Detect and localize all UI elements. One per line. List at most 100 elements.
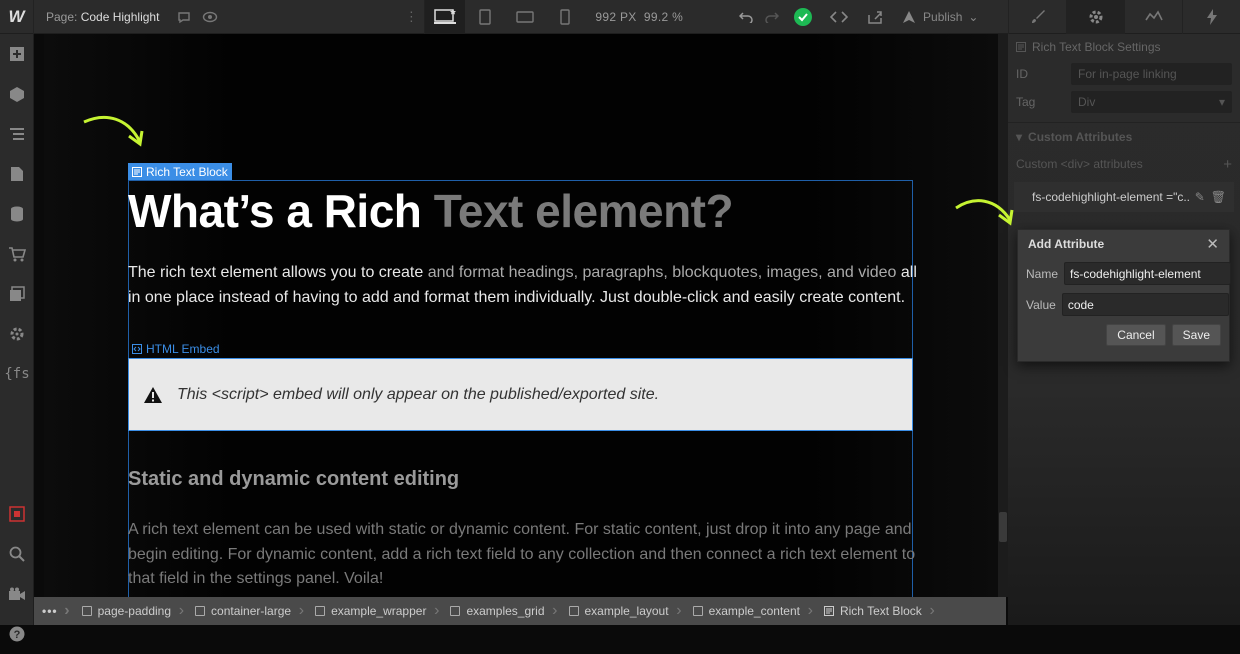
add-elements-icon[interactable] xyxy=(0,34,34,74)
collapse-caret-icon: ▾ xyxy=(1016,129,1023,144)
tag-value: Div xyxy=(1078,95,1096,109)
tag-select[interactable]: Div ▾ xyxy=(1071,91,1232,113)
saved-check-icon xyxy=(785,0,821,34)
publish-button[interactable]: Publish ⌄ xyxy=(893,10,986,24)
style-brush-icon[interactable] xyxy=(1008,0,1066,34)
delete-trash-icon[interactable]: 🗑 xyxy=(1211,190,1226,204)
breadcrumb-label: example_wrapper xyxy=(331,604,427,618)
cancel-button[interactable]: Cancel xyxy=(1106,324,1166,346)
redo-icon[interactable] xyxy=(759,0,785,34)
page-prefix: Page: xyxy=(46,9,78,24)
attribute-list-item[interactable]: fs-codehighlight-element ="c... ✎ 🗑 xyxy=(1014,182,1234,212)
settings-gear-icon[interactable] xyxy=(1066,0,1124,34)
rich-text-subheading[interactable]: Static and dynamic content editing xyxy=(128,468,459,491)
audit-panel-icon[interactable] xyxy=(0,494,34,534)
dialog-actions: Cancel Save xyxy=(1018,320,1229,350)
add-attribute-icon[interactable]: + xyxy=(1223,156,1232,173)
breadcrumb-item[interactable]: example_layout xyxy=(555,597,682,625)
pages-icon[interactable] xyxy=(0,154,34,194)
navigator-icon[interactable] xyxy=(0,114,34,154)
rich-text-icon xyxy=(132,166,142,177)
div-block-icon xyxy=(568,606,579,616)
breadcrumb-item[interactable]: page-padding xyxy=(68,597,184,625)
tag-row: Tag Div ▾ xyxy=(1008,88,1240,116)
value-label: Value xyxy=(1026,297,1056,312)
rich-text-icon xyxy=(1016,42,1026,52)
svg-text:?: ? xyxy=(14,629,21,641)
preview-eye-icon[interactable] xyxy=(197,0,223,34)
symbols-cube-icon[interactable] xyxy=(0,74,34,114)
edit-pencil-icon[interactable]: ✎ xyxy=(1195,190,1205,204)
dialog-title: Add Attribute xyxy=(1028,237,1105,251)
ecommerce-cart-icon[interactable] xyxy=(0,234,34,274)
more-options-icon[interactable]: ⋮ xyxy=(398,0,424,34)
code-export-icon[interactable] xyxy=(821,0,857,34)
rich-text-paragraph[interactable]: The rich text element allows you to crea… xyxy=(128,261,918,310)
cms-database-icon[interactable] xyxy=(0,194,34,234)
breadcrumb-label: examples_grid xyxy=(466,604,545,618)
div-block-icon xyxy=(315,606,326,616)
undo-icon[interactable] xyxy=(733,0,759,34)
value-row: Value xyxy=(1018,289,1229,320)
interactions-icon[interactable] xyxy=(1124,0,1182,34)
breadcrumb-label: container-large xyxy=(211,604,292,618)
save-button[interactable]: Save xyxy=(1171,324,1221,346)
right-panel-tabs xyxy=(1008,0,1240,34)
comment-icon[interactable] xyxy=(171,0,197,34)
attribute-value-input[interactable] xyxy=(1061,293,1229,316)
dialog-header: Add Attribute ✕ xyxy=(1018,230,1229,258)
embed-icon xyxy=(132,344,142,354)
breadcrumb: ••• page-padding container-large example… xyxy=(34,597,1006,625)
div-block-icon xyxy=(195,606,206,616)
desktop-breakpoint-button[interactable] xyxy=(425,0,466,34)
custom-attributes-title: Custom Attributes xyxy=(1028,129,1133,144)
warning-icon xyxy=(144,386,162,403)
id-input[interactable]: For in-page linking xyxy=(1071,63,1232,85)
breadcrumb-item[interactable]: example_wrapper xyxy=(301,597,440,625)
settings-gear-icon[interactable] xyxy=(0,314,34,354)
canvas-scroll-thumb[interactable] xyxy=(999,512,1007,542)
page-name: Code Highlight xyxy=(80,9,160,24)
heading-bright: What’s a Rich xyxy=(128,185,434,237)
rich-text-heading[interactable]: What’s a Rich Text element? xyxy=(128,184,734,238)
html-embed-placeholder[interactable]: This <script> embed will only appear on … xyxy=(128,358,913,431)
tablet-breakpoint-button[interactable] xyxy=(465,0,505,34)
breadcrumb-item[interactable]: container-large xyxy=(181,597,304,625)
annotation-arrow-right-icon xyxy=(955,199,1014,226)
breadcrumb-label: example_layout xyxy=(584,604,669,618)
breadcrumb-item-current[interactable]: Rich Text Block xyxy=(810,597,935,625)
page-selector[interactable]: Page: Code Highlight xyxy=(34,10,171,24)
breadcrumb-label: example_content xyxy=(708,604,800,618)
chevron-down-icon: ▾ xyxy=(1218,95,1225,109)
left-toolbar: {fs ? xyxy=(0,34,34,642)
custom-attrs-sub: Custom <div> attributes xyxy=(1016,157,1143,171)
assets-image-icon[interactable] xyxy=(0,274,34,314)
breadcrumb-more-icon[interactable]: ••• xyxy=(34,597,70,625)
zoom-value: 99.2 % xyxy=(643,9,684,24)
custom-attributes-header[interactable]: ▾ Custom Attributes xyxy=(1008,122,1240,150)
design-canvas[interactable]: Rich Text Block What’s a Rich Text eleme… xyxy=(44,34,998,597)
px-value: 992 PX xyxy=(595,9,637,24)
tag-label: Tag xyxy=(1016,95,1036,109)
breadcrumb-label: page-padding xyxy=(97,604,172,618)
mobile-portrait-breakpoint-button[interactable] xyxy=(545,0,585,34)
html-embed-label: HTML Embed xyxy=(146,342,220,356)
html-embed-tag[interactable]: HTML Embed xyxy=(132,342,220,356)
help-question-icon[interactable]: ? xyxy=(0,614,34,654)
finsweet-fs-icon[interactable]: {fs xyxy=(0,354,34,394)
breadcrumb-item[interactable]: examples_grid xyxy=(436,597,558,625)
lightning-icon[interactable] xyxy=(1182,0,1240,34)
attribute-name-input[interactable] xyxy=(1064,262,1232,285)
share-icon[interactable] xyxy=(857,0,893,34)
selected-element-tag[interactable]: Rich Text Block xyxy=(128,163,232,180)
div-block-icon xyxy=(81,606,92,616)
close-icon[interactable]: ✕ xyxy=(1206,235,1219,253)
mobile-landscape-breakpoint-button[interactable] xyxy=(505,0,545,34)
rich-text-paragraph-2[interactable]: A rich text element can be used with sta… xyxy=(128,518,918,592)
webflow-logo[interactable]: W xyxy=(0,0,34,34)
search-icon[interactable] xyxy=(0,534,34,574)
breadcrumb-item[interactable]: example_content xyxy=(679,597,813,625)
heading-dim: Text element? xyxy=(433,185,734,237)
video-tutorials-icon[interactable] xyxy=(0,574,34,614)
name-label: Name xyxy=(1026,266,1059,281)
